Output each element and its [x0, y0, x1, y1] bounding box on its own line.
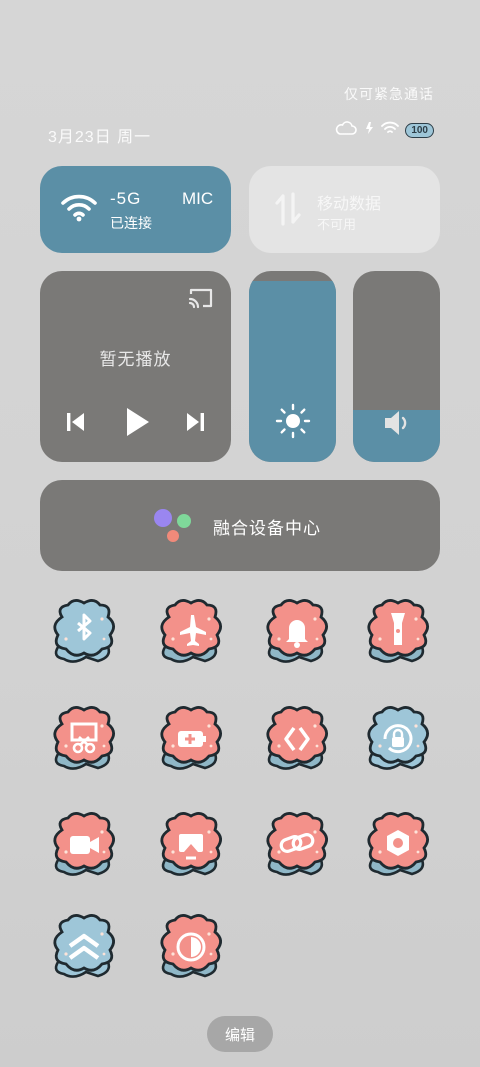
edit-button[interactable]: 编辑 [207, 1016, 273, 1052]
play-button[interactable] [122, 405, 152, 444]
previous-button[interactable] [64, 409, 88, 440]
bell-icon [259, 595, 335, 671]
toggle-battery-saver-button[interactable] [153, 702, 229, 778]
cloud-icon [335, 121, 358, 140]
brightness-slider[interactable] [249, 271, 336, 462]
toggle-settings-button[interactable] [360, 808, 436, 884]
mobile-data-icon [274, 192, 302, 231]
toggle-airplane-button[interactable] [153, 595, 229, 671]
emergency-call-only-text: 仅可紧急通话 [344, 86, 434, 102]
settings-icon [360, 808, 436, 884]
toggle-rotation-lock-button[interactable] [360, 702, 436, 778]
mobile-data-status: 不可用 [317, 217, 357, 232]
hotspot-icon [363, 121, 375, 140]
toggle-bell-button[interactable] [259, 595, 335, 671]
volume-icon [353, 406, 440, 440]
wifi-ssid: -5G [110, 189, 142, 208]
toggle-screenshot-button[interactable] [46, 702, 122, 778]
toggle-bluetooth-button[interactable] [46, 595, 122, 671]
cast-icon[interactable] [187, 287, 215, 314]
link-icon [259, 808, 335, 884]
wifi-ssid-tail: MIC [182, 189, 214, 208]
mobile-data-title: 移动数据 [317, 196, 382, 213]
battery-indicator: 100 [405, 123, 434, 138]
device-center-label: 融合设备中心 [213, 519, 321, 538]
mobile-data-tile[interactable]: 移动数据 不可用 [249, 166, 440, 253]
status-icons: 100 [335, 121, 434, 140]
toggle-flashlight-button[interactable] [360, 595, 436, 671]
wifi-icon [60, 192, 98, 227]
media-player-card: 暂无播放 [40, 271, 231, 462]
airplane-icon [153, 595, 229, 671]
volume-slider[interactable] [353, 271, 440, 462]
toggle-double-chevron-up-button[interactable] [46, 910, 122, 986]
toggle-dark-mode-button[interactable] [153, 910, 229, 986]
bluetooth-icon [46, 595, 122, 671]
wifi-status: 已连接 [110, 215, 152, 231]
media-title: 暂无播放 [99, 350, 172, 369]
sun-icon [249, 402, 336, 440]
dark-mode-icon [153, 910, 229, 986]
code-icon [259, 702, 335, 778]
toggle-code-button[interactable] [259, 702, 335, 778]
cast-screen-icon [153, 808, 229, 884]
screenshot-icon [46, 702, 122, 778]
screen-record-icon [46, 808, 122, 884]
rotation-lock-icon [360, 702, 436, 778]
toggle-screen-record-button[interactable] [46, 808, 122, 884]
wifi-tile[interactable]: -5G MIC 已连接 [40, 166, 231, 253]
toggle-link-button[interactable] [259, 808, 335, 884]
device-center-card[interactable]: 融合设备中心 [40, 480, 440, 571]
device-center-icon [152, 508, 194, 544]
toggle-cast-screen-button[interactable] [153, 808, 229, 884]
flashlight-icon [360, 595, 436, 671]
battery-saver-icon [153, 702, 229, 778]
wifi-status-icon [381, 121, 400, 140]
double-chevron-up-icon [46, 910, 122, 986]
date-text: 3月23日 周一 [48, 129, 152, 146]
next-button[interactable] [183, 409, 207, 440]
